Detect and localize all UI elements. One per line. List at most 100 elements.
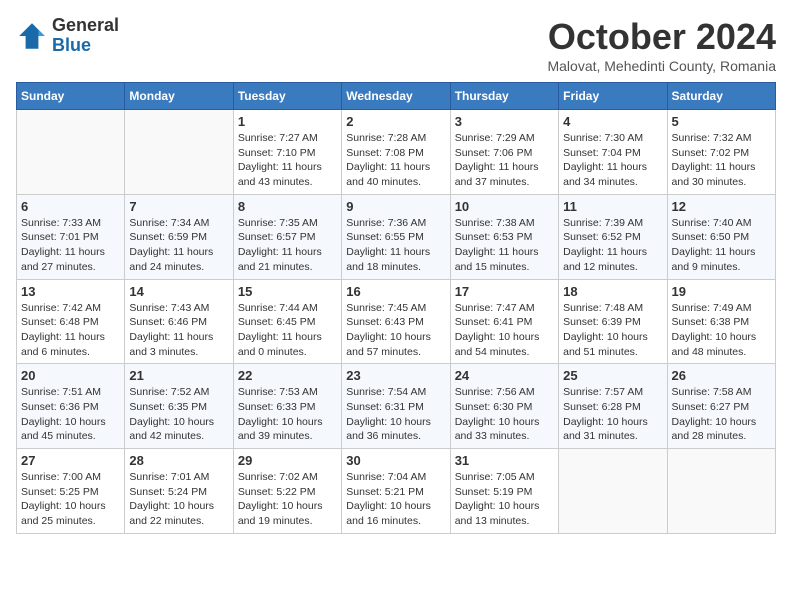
day-detail: Sunrise: 7:44 AMSunset: 6:45 PMDaylight:… bbox=[238, 301, 337, 360]
header-wednesday: Wednesday bbox=[342, 83, 450, 110]
day-detail: Sunrise: 7:42 AMSunset: 6:48 PMDaylight:… bbox=[21, 301, 120, 360]
day-number: 21 bbox=[129, 368, 228, 383]
calendar-cell bbox=[667, 449, 775, 534]
calendar-cell: 13 Sunrise: 7:42 AMSunset: 6:48 PMDayligh… bbox=[17, 279, 125, 364]
calendar-cell: 4 Sunrise: 7:30 AMSunset: 7:04 PMDaylight… bbox=[559, 110, 667, 195]
day-detail: Sunrise: 7:49 AMSunset: 6:38 PMDaylight:… bbox=[672, 301, 771, 360]
day-number: 12 bbox=[672, 199, 771, 214]
day-detail: Sunrise: 7:54 AMSunset: 6:31 PMDaylight:… bbox=[346, 385, 445, 444]
header-friday: Friday bbox=[559, 83, 667, 110]
calendar-cell bbox=[559, 449, 667, 534]
header-saturday: Saturday bbox=[667, 83, 775, 110]
day-number: 4 bbox=[563, 114, 662, 129]
title-block: October 2024 Malovat, Mehedinti County, … bbox=[547, 16, 776, 74]
day-number: 18 bbox=[563, 284, 662, 299]
day-number: 24 bbox=[455, 368, 554, 383]
day-detail: Sunrise: 7:32 AMSunset: 7:02 PMDaylight:… bbox=[672, 131, 771, 190]
day-number: 17 bbox=[455, 284, 554, 299]
calendar-cell bbox=[125, 110, 233, 195]
day-detail: Sunrise: 7:40 AMSunset: 6:50 PMDaylight:… bbox=[672, 216, 771, 275]
calendar-cell: 21 Sunrise: 7:52 AMSunset: 6:35 PMDayligh… bbox=[125, 364, 233, 449]
calendar-cell: 12 Sunrise: 7:40 AMSunset: 6:50 PMDayligh… bbox=[667, 194, 775, 279]
day-number: 16 bbox=[346, 284, 445, 299]
logo-blue: Blue bbox=[52, 36, 119, 56]
calendar-cell: 18Sunrise: 7:48 AMSunset: 6:39 PMDayligh… bbox=[559, 279, 667, 364]
day-number: 31 bbox=[455, 453, 554, 468]
calendar-cell: 27 Sunrise: 7:00 AMSunset: 5:25 PMDayligh… bbox=[17, 449, 125, 534]
calendar-cell: 20Sunrise: 7:51 AMSunset: 6:36 PMDayligh… bbox=[17, 364, 125, 449]
calendar-cell: 17 Sunrise: 7:47 AMSunset: 6:41 PMDayligh… bbox=[450, 279, 558, 364]
header-row: SundayMondayTuesdayWednesdayThursdayFrid… bbox=[17, 83, 776, 110]
calendar-cell: 28 Sunrise: 7:01 AMSunset: 5:24 PMDayligh… bbox=[125, 449, 233, 534]
day-number: 8 bbox=[238, 199, 337, 214]
day-detail: Sunrise: 7:38 AMSunset: 6:53 PMDaylight:… bbox=[455, 216, 554, 275]
calendar-cell: 23Sunrise: 7:54 AMSunset: 6:31 PMDayligh… bbox=[342, 364, 450, 449]
day-number: 10 bbox=[455, 199, 554, 214]
calendar-cell: 29 Sunrise: 7:02 AMSunset: 5:22 PMDayligh… bbox=[233, 449, 341, 534]
day-number: 6 bbox=[21, 199, 120, 214]
calendar-cell: 1Sunrise: 7:27 AMSunset: 7:10 PMDaylight… bbox=[233, 110, 341, 195]
day-detail: Sunrise: 7:52 AMSunset: 6:35 PMDaylight:… bbox=[129, 385, 228, 444]
day-detail: Sunrise: 7:02 AMSunset: 5:22 PMDaylight:… bbox=[238, 470, 337, 529]
day-detail: Sunrise: 7:43 AMSunset: 6:46 PMDaylight:… bbox=[129, 301, 228, 360]
calendar-cell: 11 Sunrise: 7:39 AMSunset: 6:52 PMDayligh… bbox=[559, 194, 667, 279]
day-number: 28 bbox=[129, 453, 228, 468]
calendar-cell: 3 Sunrise: 7:29 AMSunset: 7:06 PMDaylight… bbox=[450, 110, 558, 195]
logo-general: General bbox=[52, 16, 119, 36]
week-row-1: 1Sunrise: 7:27 AMSunset: 7:10 PMDaylight… bbox=[17, 110, 776, 195]
calendar-cell: 26Sunrise: 7:58 AMSunset: 6:27 PMDayligh… bbox=[667, 364, 775, 449]
day-number: 9 bbox=[346, 199, 445, 214]
day-detail: Sunrise: 7:39 AMSunset: 6:52 PMDaylight:… bbox=[563, 216, 662, 275]
day-detail: Sunrise: 7:04 AMSunset: 5:21 PMDaylight:… bbox=[346, 470, 445, 529]
day-detail: Sunrise: 7:01 AMSunset: 5:24 PMDaylight:… bbox=[129, 470, 228, 529]
day-number: 27 bbox=[21, 453, 120, 468]
day-detail: Sunrise: 7:57 AMSunset: 6:28 PMDaylight:… bbox=[563, 385, 662, 444]
day-detail: Sunrise: 7:35 AMSunset: 6:57 PMDaylight:… bbox=[238, 216, 337, 275]
day-number: 22 bbox=[238, 368, 337, 383]
day-number: 19 bbox=[672, 284, 771, 299]
header-sunday: Sunday bbox=[17, 83, 125, 110]
day-detail: Sunrise: 7:05 AMSunset: 5:19 PMDaylight:… bbox=[455, 470, 554, 529]
day-number: 14 bbox=[129, 284, 228, 299]
calendar-cell: 9Sunrise: 7:36 AMSunset: 6:55 PMDaylight… bbox=[342, 194, 450, 279]
calendar-cell: 8 Sunrise: 7:35 AMSunset: 6:57 PMDaylight… bbox=[233, 194, 341, 279]
calendar-cell: 30 Sunrise: 7:04 AMSunset: 5:21 PMDayligh… bbox=[342, 449, 450, 534]
day-detail: Sunrise: 7:47 AMSunset: 6:41 PMDaylight:… bbox=[455, 301, 554, 360]
calendar-cell: 6 Sunrise: 7:33 AMSunset: 7:01 PMDaylight… bbox=[17, 194, 125, 279]
calendar-cell: 14 Sunrise: 7:43 AMSunset: 6:46 PMDayligh… bbox=[125, 279, 233, 364]
day-number: 1 bbox=[238, 114, 337, 129]
day-number: 11 bbox=[563, 199, 662, 214]
day-detail: Sunrise: 7:34 AMSunset: 6:59 PMDaylight:… bbox=[129, 216, 228, 275]
day-detail: Sunrise: 7:58 AMSunset: 6:27 PMDaylight:… bbox=[672, 385, 771, 444]
month-title: October 2024 bbox=[547, 16, 776, 58]
header-thursday: Thursday bbox=[450, 83, 558, 110]
calendar-cell: 2Sunrise: 7:28 AMSunset: 7:08 PMDaylight… bbox=[342, 110, 450, 195]
week-row-4: 20Sunrise: 7:51 AMSunset: 6:36 PMDayligh… bbox=[17, 364, 776, 449]
calendar-cell: 10 Sunrise: 7:38 AMSunset: 6:53 PMDayligh… bbox=[450, 194, 558, 279]
day-number: 30 bbox=[346, 453, 445, 468]
day-detail: Sunrise: 7:29 AMSunset: 7:06 PMDaylight:… bbox=[455, 131, 554, 190]
header-monday: Monday bbox=[125, 83, 233, 110]
logo-icon bbox=[16, 20, 48, 52]
day-number: 7 bbox=[129, 199, 228, 214]
day-number: 5 bbox=[672, 114, 771, 129]
day-number: 13 bbox=[21, 284, 120, 299]
day-detail: Sunrise: 7:28 AMSunset: 7:08 PMDaylight:… bbox=[346, 131, 445, 190]
calendar-cell: 16Sunrise: 7:45 AMSunset: 6:43 PMDayligh… bbox=[342, 279, 450, 364]
day-number: 29 bbox=[238, 453, 337, 468]
logo: General Blue bbox=[16, 16, 119, 56]
day-detail: Sunrise: 7:33 AMSunset: 7:01 PMDaylight:… bbox=[21, 216, 120, 275]
page-header: General Blue October 2024 Malovat, Mehed… bbox=[16, 16, 776, 74]
day-detail: Sunrise: 7:53 AMSunset: 6:33 PMDaylight:… bbox=[238, 385, 337, 444]
calendar-cell: 15Sunrise: 7:44 AMSunset: 6:45 PMDayligh… bbox=[233, 279, 341, 364]
day-detail: Sunrise: 7:30 AMSunset: 7:04 PMDaylight:… bbox=[563, 131, 662, 190]
calendar-cell bbox=[17, 110, 125, 195]
calendar-cell: 24Sunrise: 7:56 AMSunset: 6:30 PMDayligh… bbox=[450, 364, 558, 449]
week-row-3: 13 Sunrise: 7:42 AMSunset: 6:48 PMDayligh… bbox=[17, 279, 776, 364]
day-detail: Sunrise: 7:00 AMSunset: 5:25 PMDaylight:… bbox=[21, 470, 120, 529]
day-number: 25 bbox=[563, 368, 662, 383]
day-number: 3 bbox=[455, 114, 554, 129]
header-tuesday: Tuesday bbox=[233, 83, 341, 110]
location-subtitle: Malovat, Mehedinti County, Romania bbox=[547, 58, 776, 74]
calendar-cell: 25 Sunrise: 7:57 AMSunset: 6:28 PMDayligh… bbox=[559, 364, 667, 449]
